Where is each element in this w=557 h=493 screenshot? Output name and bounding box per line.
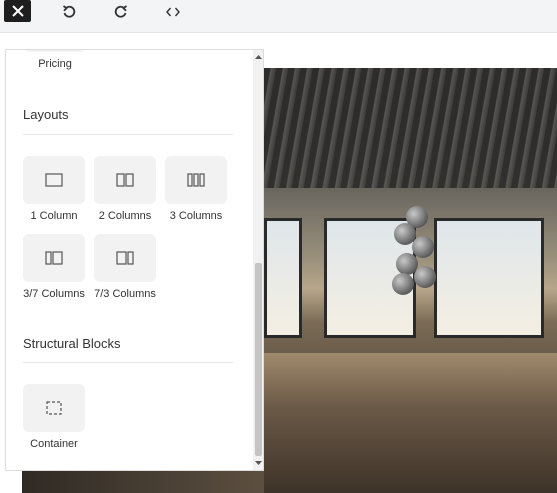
layout-two-columns-tile[interactable] bbox=[94, 156, 156, 204]
two-columns-icon bbox=[116, 173, 134, 187]
canvas-image[interactable] bbox=[264, 68, 557, 493]
pricing-block-label: Pricing bbox=[38, 58, 72, 70]
layout-tile-label: 3 Columns bbox=[169, 210, 223, 222]
exercise-ball bbox=[392, 273, 414, 295]
close-icon bbox=[11, 5, 24, 17]
window-graphic bbox=[434, 218, 544, 338]
scroll-down-arrow-icon[interactable] bbox=[254, 459, 263, 467]
floor-graphic bbox=[264, 353, 557, 493]
blocks-panel: Pricing Layouts 1 Column 2 Columns 3 Col… bbox=[5, 49, 264, 471]
layout-tile-label: 2 Columns bbox=[98, 210, 152, 222]
editor-toolbar bbox=[0, 0, 557, 33]
seven-three-columns-icon bbox=[116, 251, 134, 265]
undo-button[interactable] bbox=[58, 0, 80, 24]
scroll-up-arrow-icon[interactable] bbox=[254, 53, 263, 61]
section-divider bbox=[23, 362, 233, 363]
layout-tile-label: 7/3 Columns bbox=[94, 288, 156, 300]
structural-blocks-section-title[interactable]: Structural Blocks bbox=[23, 336, 121, 351]
layout-seven-three-columns-tile[interactable] bbox=[94, 234, 156, 282]
redo-button[interactable] bbox=[110, 0, 132, 24]
close-button[interactable] bbox=[4, 0, 31, 22]
exercise-ball bbox=[412, 236, 434, 258]
window-graphic bbox=[264, 218, 302, 338]
layouts-section-title[interactable]: Layouts bbox=[23, 107, 69, 122]
exercise-ball bbox=[414, 266, 436, 288]
structural-tile-label: Container bbox=[30, 438, 78, 450]
three-columns-icon bbox=[187, 173, 205, 187]
canvas-image-bottom bbox=[22, 471, 264, 493]
panel-scrollbar[interactable] bbox=[253, 50, 263, 470]
layout-three-columns-tile[interactable] bbox=[165, 156, 227, 204]
layout-one-column-tile[interactable] bbox=[23, 156, 85, 204]
redo-icon bbox=[114, 5, 128, 18]
one-column-icon bbox=[45, 173, 63, 187]
code-view-button[interactable] bbox=[162, 0, 184, 24]
scrollbar-thumb[interactable] bbox=[255, 263, 262, 456]
layout-three-seven-columns-tile[interactable] bbox=[23, 234, 85, 282]
pricing-block-tile[interactable] bbox=[24, 50, 86, 52]
layout-tile-label: 1 Column bbox=[30, 210, 78, 222]
undo-icon bbox=[62, 5, 76, 18]
container-icon bbox=[46, 401, 62, 415]
ceiling-graphic bbox=[264, 68, 557, 188]
three-seven-columns-icon bbox=[45, 251, 63, 265]
section-divider bbox=[23, 134, 233, 135]
container-block-tile[interactable] bbox=[23, 384, 85, 432]
layout-tile-label: 3/7 Columns bbox=[23, 288, 85, 300]
code-icon bbox=[166, 7, 180, 17]
